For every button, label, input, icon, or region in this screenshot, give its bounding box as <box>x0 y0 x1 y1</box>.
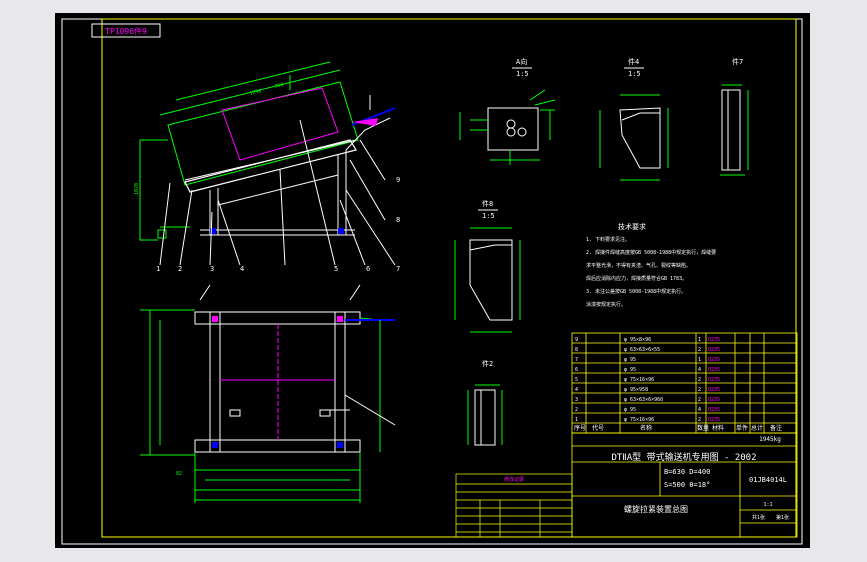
bom-h-mat: 材料 <box>712 424 724 432</box>
balloon-9: 9 <box>396 176 400 184</box>
bom-r9-no: 1 <box>575 417 578 423</box>
bom-r3-qty: 1 <box>698 357 701 363</box>
notes-line-2: 2. 焊接件焊缝高度按GB 5008-1988中规定执行，焊缝要 <box>586 249 716 256</box>
bom-r1-no: 9 <box>575 337 578 343</box>
notes-line-4: 焊后应消除内应力，焊接质量符合GB 1783。 <box>586 275 687 282</box>
drawing-number: 01JB4014L <box>749 476 787 484</box>
bom-r7-no: 3 <box>575 397 578 403</box>
notes-line-1: 1. 下料要求见注。 <box>586 236 630 243</box>
bom-h-name: 名称 <box>640 424 652 432</box>
revision-label: 修改记录 <box>504 476 524 483</box>
notes-heading: 技术要求 <box>618 222 646 231</box>
bom-r3-name: φ 95 <box>624 357 636 363</box>
spec-line-2: S=500 θ=18° <box>664 481 710 489</box>
view-p4-title: 件4 <box>628 57 639 66</box>
bom-h-remark: 备注 <box>770 424 782 432</box>
bom-r2-mat: Q235 <box>708 347 720 353</box>
bom-r3-mat: Q235 <box>708 357 720 363</box>
bom-r7-qty: 2 <box>698 397 701 403</box>
bom-r4-qty: 4 <box>698 367 701 373</box>
bom-r6-name: φ 95×958 <box>624 387 648 393</box>
bom-r6-qty: 2 <box>698 387 701 393</box>
bom-r4-name: φ 95 <box>624 367 636 373</box>
balloon-7: 7 <box>396 265 400 273</box>
series-title: DTⅡA型 带式输送机专用图 - 2002 <box>611 451 756 463</box>
bom-h-code: 代号 <box>592 424 604 432</box>
bom-r9-name: φ 75×16×96 <box>624 417 654 423</box>
balloon-3: 3 <box>210 265 214 273</box>
bom-r5-mat: Q235 <box>708 377 720 383</box>
view-p4-scale: 1:5 <box>628 70 641 78</box>
balloon-6: 6 <box>366 265 370 273</box>
bom-r7-name: φ 63×63×6×960 <box>624 397 663 403</box>
bom-r6-mat: Q235 <box>708 387 720 393</box>
bom-r1-qty: 1 <box>698 337 701 343</box>
bom-h-total: 总计 <box>751 424 763 432</box>
bom-r3-no: 7 <box>575 357 578 363</box>
sheet-count: 共1张 <box>752 514 765 521</box>
cad-drawing-canvas: TP1096件9 1070 1290 960 1 2 3 4 5 6 7 8 9… <box>55 13 810 548</box>
bom-h-no: 序号 <box>574 424 586 432</box>
view-a-scale: 1:5 <box>516 70 529 78</box>
weight-value: 1945kg <box>759 436 781 443</box>
bom-r4-no: 6 <box>575 367 578 373</box>
balloon-1: 1 <box>156 265 160 273</box>
bom-r5-name: φ 75×16×96 <box>624 377 654 383</box>
notes-line-6: 涂漆按规定执行。 <box>586 301 626 308</box>
balloon-4: 4 <box>240 265 244 273</box>
view-p7-title: 件7 <box>732 57 743 66</box>
view-a-title: A向 <box>516 57 527 66</box>
sheet-number: 第1张 <box>776 514 789 521</box>
bom-r7-mat: Q235 <box>708 397 720 403</box>
bom-r2-name: φ 63×63×6×55 <box>624 347 660 353</box>
bom-r8-mat: Q235 <box>708 407 720 413</box>
notes-line-5: 3. 未注公差按GB 5008-1988中规定执行。 <box>586 288 686 295</box>
notes-line-3: 求平整光滑，不得有夹渣、气孔、裂纹等缺陷。 <box>586 262 691 269</box>
bom-h-unit: 单件 <box>736 424 748 432</box>
bom-r8-qty: 4 <box>698 407 701 413</box>
bom-r8-name: φ 95 <box>624 407 636 413</box>
view-p8-title: 件8 <box>482 199 493 208</box>
bom-h-qty: 数量 <box>697 424 709 432</box>
balloon-5: 5 <box>334 265 338 273</box>
bom-r1-mat: Q235 <box>708 337 720 343</box>
bom-r1-name: φ 95×8×96 <box>624 337 651 343</box>
svg-text:82: 82 <box>176 471 182 477</box>
part-name: 螺旋拉紧装置总图 <box>624 504 688 514</box>
bom-r9-qty: 2 <box>698 417 701 423</box>
svg-text:1070: 1070 <box>134 183 140 195</box>
bom-r6-no: 4 <box>575 387 578 393</box>
bom-r2-no: 8 <box>575 347 578 353</box>
bom-r4-mat: Q235 <box>708 367 720 373</box>
balloon-8: 8 <box>396 216 400 224</box>
spec-line-1: B=630 D=400 <box>664 468 710 476</box>
bom-r9-mat: Q235 <box>708 417 720 423</box>
bom-r5-qty: 2 <box>698 377 701 383</box>
balloon-2: 2 <box>178 265 182 273</box>
stamp-text: TP1096件9 <box>105 26 147 36</box>
bom-r2-qty: 2 <box>698 347 701 353</box>
view-p8-scale: 1:5 <box>482 212 495 220</box>
bom-r8-no: 2 <box>575 407 578 413</box>
bom-r5-no: 5 <box>575 377 578 383</box>
view-p2-title: 件2 <box>482 359 493 368</box>
scale-ratio: 1:1 <box>763 502 772 508</box>
